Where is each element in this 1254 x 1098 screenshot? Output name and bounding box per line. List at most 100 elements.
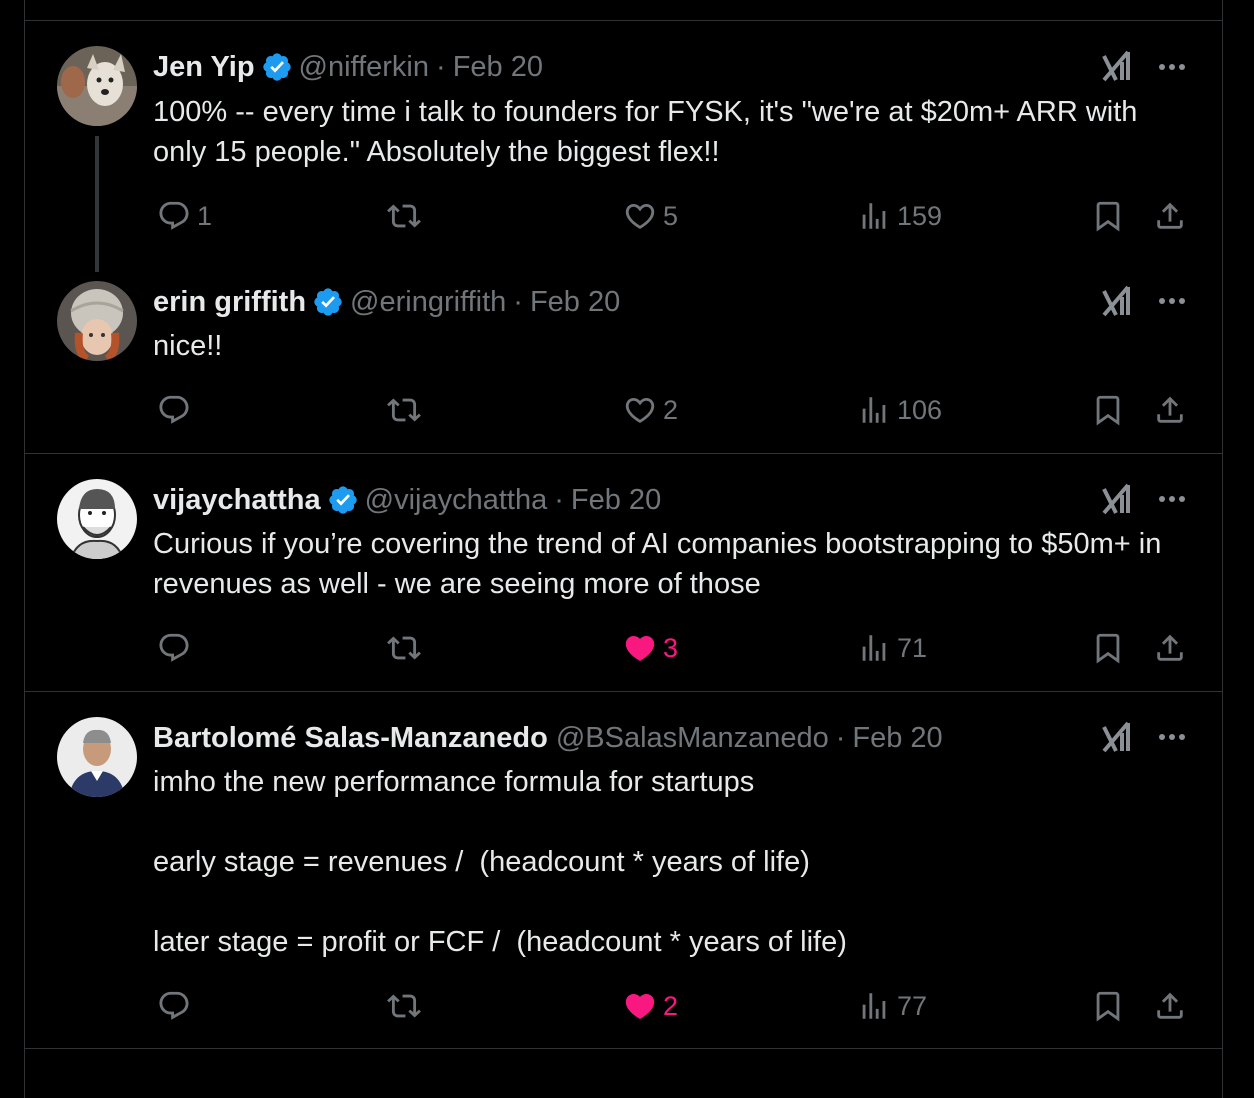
views-count: 77 <box>897 990 928 1021</box>
share-button[interactable] <box>1153 986 1187 1026</box>
repost-button[interactable] <box>387 390 427 430</box>
views-button[interactable]: 77 <box>857 986 927 1026</box>
tweet-actions: 1 5 159 <box>25 196 1222 236</box>
like-button[interactable]: 2 <box>623 390 678 430</box>
reply-icon <box>159 633 189 662</box>
views-count: 106 <box>897 394 943 425</box>
like-count: 5 <box>663 200 679 231</box>
tweet-actions: 2 77 <box>25 986 1222 1026</box>
bookmark-button[interactable] <box>1091 196 1125 236</box>
share-icon <box>1157 992 1183 1019</box>
like-button[interactable]: 3 <box>623 628 678 668</box>
verified-badge-icon <box>261 51 293 83</box>
views-count: 159 <box>897 200 943 231</box>
tweet-actions: 2 106 <box>25 390 1222 430</box>
like-button[interactable]: 2 <box>623 986 678 1026</box>
bookmark-button[interactable] <box>1091 986 1125 1026</box>
reply-button[interactable]: 1 <box>157 196 212 236</box>
grok-icon[interactable] <box>1100 481 1136 517</box>
bookmark-icon <box>1096 991 1120 1022</box>
reply-button[interactable] <box>157 390 197 430</box>
repost-icon <box>387 994 421 1018</box>
divider <box>25 20 1222 21</box>
share-button[interactable] <box>1153 628 1187 668</box>
like-icon <box>625 993 655 1019</box>
repost-icon <box>387 204 421 228</box>
author-handle[interactable]: @vijaychattha <box>365 484 548 517</box>
tweet-date[interactable]: Feb 20 <box>453 51 543 84</box>
tweet-actions: 3 71 <box>25 628 1222 668</box>
like-icon <box>625 635 655 661</box>
grok-icon[interactable] <box>1100 719 1136 755</box>
share-icon <box>1157 634 1183 661</box>
author-name[interactable]: erin griffith <box>153 286 306 319</box>
share-icon <box>1157 396 1183 423</box>
views-icon <box>862 635 886 661</box>
like-icon <box>625 203 655 229</box>
tweet-header: Bartolomé Salas-Manzanedo @BSalasManzane… <box>153 718 943 758</box>
author-handle[interactable]: @BSalasManzanedo <box>556 722 829 755</box>
avatar[interactable] <box>57 479 137 559</box>
divider <box>25 691 1222 692</box>
repost-button[interactable] <box>387 986 427 1026</box>
repost-button[interactable] <box>387 196 427 236</box>
reply-button[interactable] <box>157 628 197 668</box>
bookmark-button[interactable] <box>1091 390 1125 430</box>
avatar[interactable] <box>57 46 137 126</box>
grok-icon[interactable] <box>1100 283 1136 319</box>
like-button[interactable]: 5 <box>623 196 678 236</box>
author-handle[interactable]: @eringriffith <box>350 286 506 319</box>
bookmark-icon <box>1096 201 1120 232</box>
like-count: 2 <box>663 990 679 1021</box>
avatar[interactable] <box>57 281 137 361</box>
author-name[interactable]: vijaychattha <box>153 484 321 517</box>
verified-badge-icon <box>312 286 344 318</box>
tweet-date[interactable]: Feb 20 <box>852 722 942 755</box>
more-icon[interactable] <box>1155 720 1189 754</box>
author-handle[interactable]: @nifferkin <box>299 51 429 84</box>
separator: · <box>513 285 523 318</box>
tweet-text: 100% -- every time i talk to founders fo… <box>153 96 1146 168</box>
reply-icon <box>159 395 189 424</box>
reply-count: 1 <box>197 200 213 231</box>
author-name[interactable]: Bartolomé Salas-Manzanedo <box>153 722 548 755</box>
author-name[interactable]: Jen Yip <box>153 51 255 84</box>
repost-icon <box>387 398 421 422</box>
repost-icon <box>387 636 421 660</box>
tweet-date[interactable]: Feb 20 <box>571 484 661 517</box>
bookmark-icon <box>1096 633 1120 664</box>
views-icon <box>862 203 886 229</box>
bookmark-icon <box>1096 395 1120 426</box>
tweet-feed: Jen Yip @nifferkin · Feb 20 100% -- ever… <box>24 0 1223 1098</box>
share-button[interactable] <box>1153 196 1187 236</box>
tweet-header: Jen Yip @nifferkin · Feb 20 <box>153 47 543 87</box>
verified-badge-icon <box>327 484 359 516</box>
separator: · <box>835 721 846 754</box>
tweet-header: vijaychattha @vijaychattha · Feb 20 <box>153 480 661 520</box>
avatar[interactable] <box>57 717 137 797</box>
bookmark-button[interactable] <box>1091 628 1125 668</box>
tweet-text: imho the new performance formula for sta… <box>153 766 847 958</box>
reply-icon <box>159 201 189 230</box>
share-button[interactable] <box>1153 390 1187 430</box>
views-button[interactable]: 71 <box>857 628 927 668</box>
views-icon <box>862 397 886 423</box>
more-icon[interactable] <box>1155 482 1189 516</box>
repost-button[interactable] <box>387 628 427 668</box>
tweet-header: erin griffith @eringriffith · Feb 20 <box>153 282 620 322</box>
like-count: 3 <box>663 632 679 663</box>
more-icon[interactable] <box>1155 50 1189 84</box>
grok-icon[interactable] <box>1100 48 1136 84</box>
tweet-text: Curious if you’re covering the trend of … <box>153 528 1170 600</box>
divider <box>25 1048 1222 1049</box>
views-button[interactable]: 159 <box>857 196 942 236</box>
views-icon <box>862 993 886 1019</box>
separator: · <box>554 483 564 516</box>
more-icon[interactable] <box>1155 284 1189 318</box>
views-button[interactable]: 106 <box>857 390 942 430</box>
reply-button[interactable] <box>157 986 197 1026</box>
share-icon <box>1157 202 1183 229</box>
like-icon <box>625 397 655 423</box>
like-count: 2 <box>663 394 679 425</box>
tweet-date[interactable]: Feb 20 <box>530 286 620 319</box>
